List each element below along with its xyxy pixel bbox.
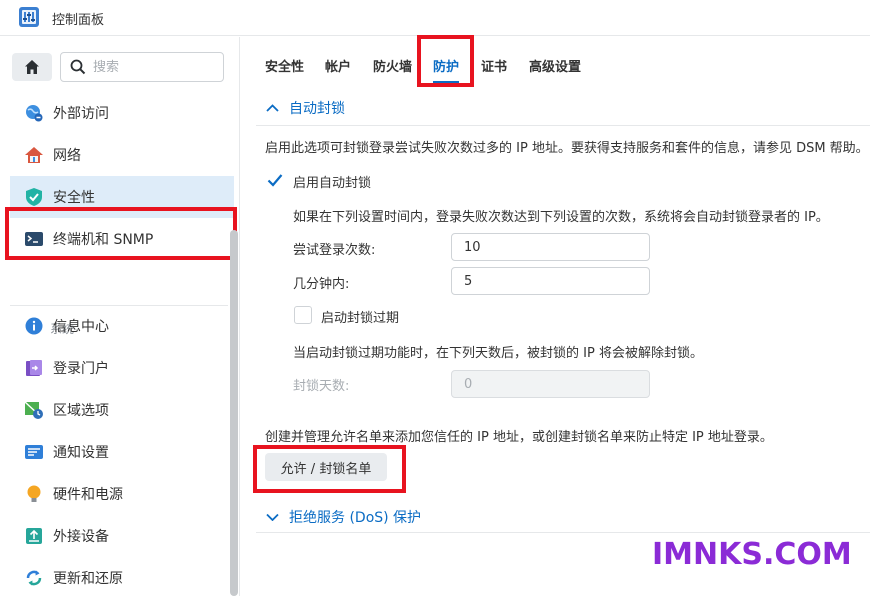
highlight-box [253, 445, 406, 493]
control-panel-icon [19, 7, 39, 27]
sidebar-item-update-restore[interactable]: 更新和还原 [10, 557, 234, 596]
section-title: 拒绝服务 (DoS) 保护 [289, 510, 422, 526]
sidebar-item-label: 网络 [53, 148, 81, 164]
globe-link-icon [24, 103, 44, 123]
info-icon [24, 316, 44, 336]
highlight-box [417, 35, 474, 87]
window-title: 控制面板 [52, 13, 105, 28]
days-field[interactable] [451, 370, 650, 398]
sidebar-item-label: 外部访问 [53, 106, 109, 122]
sidebar-item-regional-options[interactable]: 区域选项 [10, 389, 234, 431]
sidebar-item-label: 登录门户 [53, 361, 109, 377]
auto-block-description: 启用此选项可封锁登录尝试失败次数过多的 IP 地址。要获得支持服务和套件的信息，… [265, 141, 869, 156]
days-label: 封锁天数: [293, 379, 350, 394]
sidebar-item-login-portal[interactable]: 登录门户 [10, 347, 234, 389]
days-input[interactable] [452, 371, 649, 397]
allow-block-list-text: 创建并管理允许名单来添加您信任的 IP 地址，或创建封锁名单来防止特定 IP 地… [265, 430, 773, 445]
sidebar-scrollbar[interactable] [230, 230, 238, 596]
attempts-label: 尝试登录次数: [293, 243, 376, 258]
sidebar: 外部访问 网络 安全性 终端机和 SNMP [0, 37, 240, 596]
enable-expiration-label: 启动封锁过期 [321, 311, 400, 326]
map-clock-icon [24, 400, 44, 420]
title-bar: 控制面板 [0, 0, 870, 36]
sidebar-item-info-center[interactable]: 信息中心 [10, 305, 234, 347]
sidebar-item-external-devices[interactable]: 外接设备 [10, 515, 234, 557]
tab-security[interactable]: 安全性 [265, 56, 304, 75]
search-field[interactable] [60, 52, 224, 82]
section-header-dos[interactable]: 拒绝服务 (DoS) 保护 [266, 507, 421, 527]
tab-advanced[interactable]: 高级设置 [529, 56, 581, 75]
attempts-input[interactable] [452, 234, 649, 260]
divider [256, 532, 870, 533]
section-header-auto-block[interactable]: 自动封锁 [266, 98, 345, 118]
tab-firewall[interactable]: 防火墙 [373, 56, 412, 75]
enable-auto-block-label: 启用自动封锁 [293, 176, 372, 191]
tab-certificate[interactable]: 证书 [481, 56, 507, 75]
sidebar-item-notification[interactable]: 通知设置 [10, 431, 234, 473]
sidebar-item-label: 信息中心 [53, 319, 109, 335]
enable-auto-block-checkbox[interactable] [266, 171, 284, 189]
watermark: IMNKS.COM [652, 537, 852, 572]
expiration-text: 当启动封锁过期功能时，在下列天数后，被封锁的 IP 将会被解除封锁。 [293, 346, 703, 361]
sidebar-item-label: 通知设置 [53, 445, 109, 461]
chevron-up-icon [266, 104, 279, 112]
shield-check-icon [24, 187, 44, 207]
home-icon [25, 60, 39, 74]
refresh-icon [24, 568, 44, 588]
enable-expiration-checkbox[interactable] [294, 306, 312, 324]
auto-block-rule-text: 如果在下列设置时间内，登录失败次数达到下列设置的次数，系统将会自动封锁登录者的 … [293, 210, 829, 225]
sidebar-item-label: 外接设备 [53, 529, 109, 545]
home-button[interactable] [12, 53, 52, 81]
highlight-box [5, 207, 237, 260]
notification-icon [24, 442, 44, 462]
minutes-field[interactable] [451, 267, 650, 295]
sidebar-item-label: 安全性 [53, 190, 95, 206]
portal-icon [24, 358, 44, 378]
sidebar-item-label: 区域选项 [53, 403, 109, 419]
sidebar-item-label: 更新和还原 [53, 571, 123, 587]
minutes-input[interactable] [452, 268, 649, 294]
minutes-label: 几分钟内: [293, 277, 350, 292]
sidebar-item-hardware-power[interactable]: 硬件和电源 [10, 473, 234, 515]
sidebar-item-network[interactable]: 网络 [10, 134, 234, 176]
search-icon [70, 59, 86, 75]
divider [256, 125, 870, 126]
attempts-field[interactable] [451, 233, 650, 261]
chevron-down-icon [266, 513, 279, 521]
section-title: 自动封锁 [289, 101, 345, 117]
search-input[interactable] [93, 58, 213, 76]
upload-device-icon [24, 526, 44, 546]
sidebar-item-label: 硬件和电源 [53, 487, 123, 503]
checkmark-icon [267, 174, 283, 187]
house-network-icon [24, 145, 44, 165]
tab-account[interactable]: 帐户 [325, 56, 351, 75]
bulb-icon [24, 484, 44, 504]
sidebar-item-external-access[interactable]: 外部访问 [10, 92, 234, 134]
